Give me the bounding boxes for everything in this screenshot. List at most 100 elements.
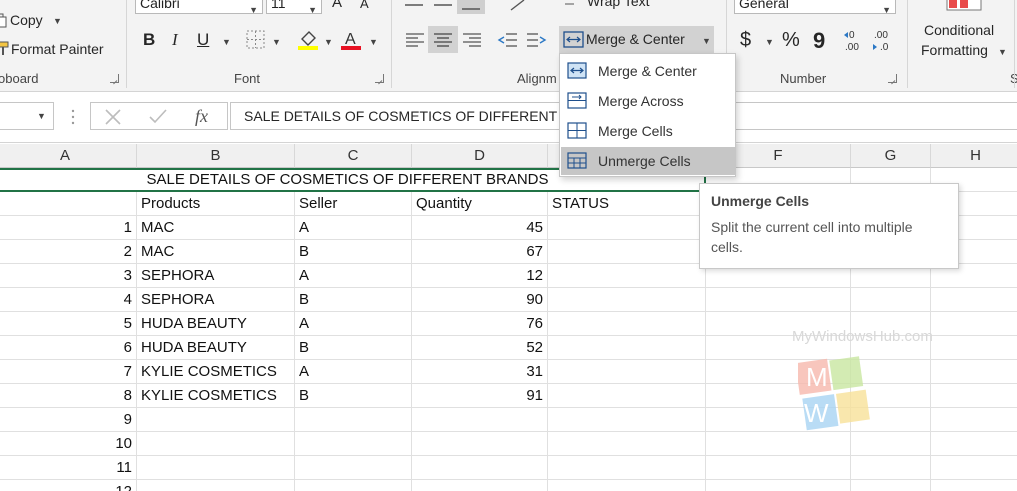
table-cell[interactable] (548, 240, 706, 264)
table-cell[interactable]: 52 (412, 336, 548, 360)
table-cell[interactable]: KYLIE COSMETICS (137, 384, 295, 408)
increase-font-icon[interactable]: A (332, 0, 342, 11)
table-cell[interactable]: SEPHORA (137, 288, 295, 312)
enter-check-icon[interactable] (148, 108, 168, 126)
table-cell[interactable] (851, 288, 931, 312)
table-cell[interactable]: 7 (0, 360, 137, 384)
table-cell[interactable] (548, 288, 706, 312)
fill-color-icon[interactable] (298, 29, 322, 51)
table-cell[interactable] (295, 432, 412, 456)
table-cell[interactable] (931, 384, 1017, 408)
column-header-g[interactable]: G (851, 144, 931, 168)
font-name-select[interactable]: Calibri ▼ (135, 0, 263, 15)
header-cell[interactable]: Products (137, 192, 295, 216)
table-cell[interactable]: 5 (0, 312, 137, 336)
table-cell[interactable] (412, 480, 548, 491)
align-right-icon[interactable] (461, 30, 483, 50)
table-cell[interactable] (931, 312, 1017, 336)
table-cell[interactable] (706, 288, 851, 312)
table-cell[interactable] (931, 480, 1017, 491)
table-cell[interactable]: 76 (412, 312, 548, 336)
table-cell[interactable] (295, 408, 412, 432)
italic-button[interactable]: I (172, 30, 178, 50)
copy-button[interactable]: Copy ▼ (0, 10, 70, 32)
bottom-align-button[interactable] (457, 0, 485, 14)
column-header-c[interactable]: C (295, 144, 412, 168)
table-cell[interactable] (548, 216, 706, 240)
fill-color-chevron-icon[interactable]: ▼ (324, 37, 333, 47)
table-cell[interactable]: SEPHORA (137, 264, 295, 288)
table-cell[interactable]: 4 (0, 288, 137, 312)
table-cell[interactable]: 12 (0, 480, 137, 491)
decrease-font-icon[interactable]: A (360, 0, 369, 11)
table-cell[interactable]: MAC (137, 216, 295, 240)
table-cell[interactable]: MAC (137, 240, 295, 264)
currency-chevron-icon[interactable]: ▼ (765, 37, 774, 47)
table-cell[interactable]: 12 (412, 264, 548, 288)
header-cell[interactable]: Quantity (412, 192, 548, 216)
table-cell[interactable] (548, 264, 706, 288)
table-cell[interactable] (851, 456, 931, 480)
table-cell[interactable] (137, 408, 295, 432)
table-cell[interactable] (931, 456, 1017, 480)
font-size-select[interactable]: 11 ▼ (266, 0, 322, 15)
decrease-decimal-icon[interactable]: .00 .0 (872, 28, 896, 54)
table-cell[interactable] (548, 432, 706, 456)
table-cell[interactable]: 90 (412, 288, 548, 312)
column-header-b[interactable]: B (137, 144, 295, 168)
middle-align-icon[interactable] (432, 0, 454, 10)
table-cell[interactable] (706, 456, 851, 480)
menu-item-merge-across[interactable]: Merge Across (561, 87, 735, 115)
cancel-icon[interactable] (104, 108, 122, 126)
table-cell[interactable] (548, 360, 706, 384)
font-color-chevron-icon[interactable]: ▼ (369, 37, 378, 47)
table-cell[interactable] (548, 408, 706, 432)
table-cell[interactable]: 8 (0, 384, 137, 408)
format-painter-button[interactable]: Format Painter (0, 39, 111, 61)
insert-function-icon[interactable]: fx (195, 106, 208, 127)
table-cell[interactable] (137, 456, 295, 480)
table-cell[interactable] (295, 480, 412, 491)
table-cell[interactable]: A (295, 264, 412, 288)
font-color-icon[interactable]: A (341, 29, 363, 51)
table-cell[interactable] (931, 360, 1017, 384)
number-format-select[interactable]: General ▼ (734, 0, 896, 15)
table-cell[interactable]: 31 (412, 360, 548, 384)
comma-button[interactable]: 9 (813, 28, 825, 54)
table-cell[interactable] (295, 456, 412, 480)
table-cell[interactable] (137, 432, 295, 456)
merge-center-button[interactable]: Merge & Center ▼ (559, 26, 714, 53)
number-launcher-icon[interactable] (888, 74, 897, 83)
table-cell[interactable] (548, 312, 706, 336)
increase-indent-icon[interactable] (525, 30, 547, 50)
table-cell[interactable]: A (295, 360, 412, 384)
underline-chevron-icon[interactable]: ▼ (222, 37, 231, 47)
table-cell[interactable]: 1 (0, 216, 137, 240)
decrease-indent-icon[interactable] (497, 30, 519, 50)
table-cell[interactable]: 10 (0, 432, 137, 456)
menu-item-unmerge-cells[interactable]: Unmerge Cells (561, 147, 735, 175)
name-box[interactable]: ▼ (0, 102, 54, 130)
table-cell[interactable] (931, 288, 1017, 312)
align-center-button[interactable] (428, 26, 458, 53)
header-cell[interactable]: Seller (295, 192, 412, 216)
align-left-icon[interactable] (404, 30, 426, 50)
borders-icon[interactable] (246, 30, 266, 50)
table-cell[interactable]: 3 (0, 264, 137, 288)
table-cell[interactable]: B (295, 336, 412, 360)
table-cell[interactable] (931, 336, 1017, 360)
underline-button[interactable]: U (197, 30, 209, 50)
table-cell[interactable]: 6 (0, 336, 137, 360)
increase-decimal-icon[interactable]: 0 .00 (843, 28, 867, 54)
table-cell[interactable]: A (295, 216, 412, 240)
table-cell[interactable]: HUDA BEAUTY (137, 312, 295, 336)
table-cell[interactable] (0, 192, 137, 216)
table-cell[interactable]: B (295, 288, 412, 312)
menu-item-merge-center[interactable]: Merge & Center (561, 57, 735, 85)
table-cell[interactable]: HUDA BEAUTY (137, 336, 295, 360)
wrap-text-button[interactable]: Wrap Text (562, 0, 692, 12)
column-header-h[interactable]: H (931, 144, 1017, 168)
conditional-formatting-button[interactable]: Conditional Formatting ▼ (918, 20, 1014, 62)
column-header-d[interactable]: D (412, 144, 548, 168)
orientation-icon[interactable] (508, 0, 530, 12)
